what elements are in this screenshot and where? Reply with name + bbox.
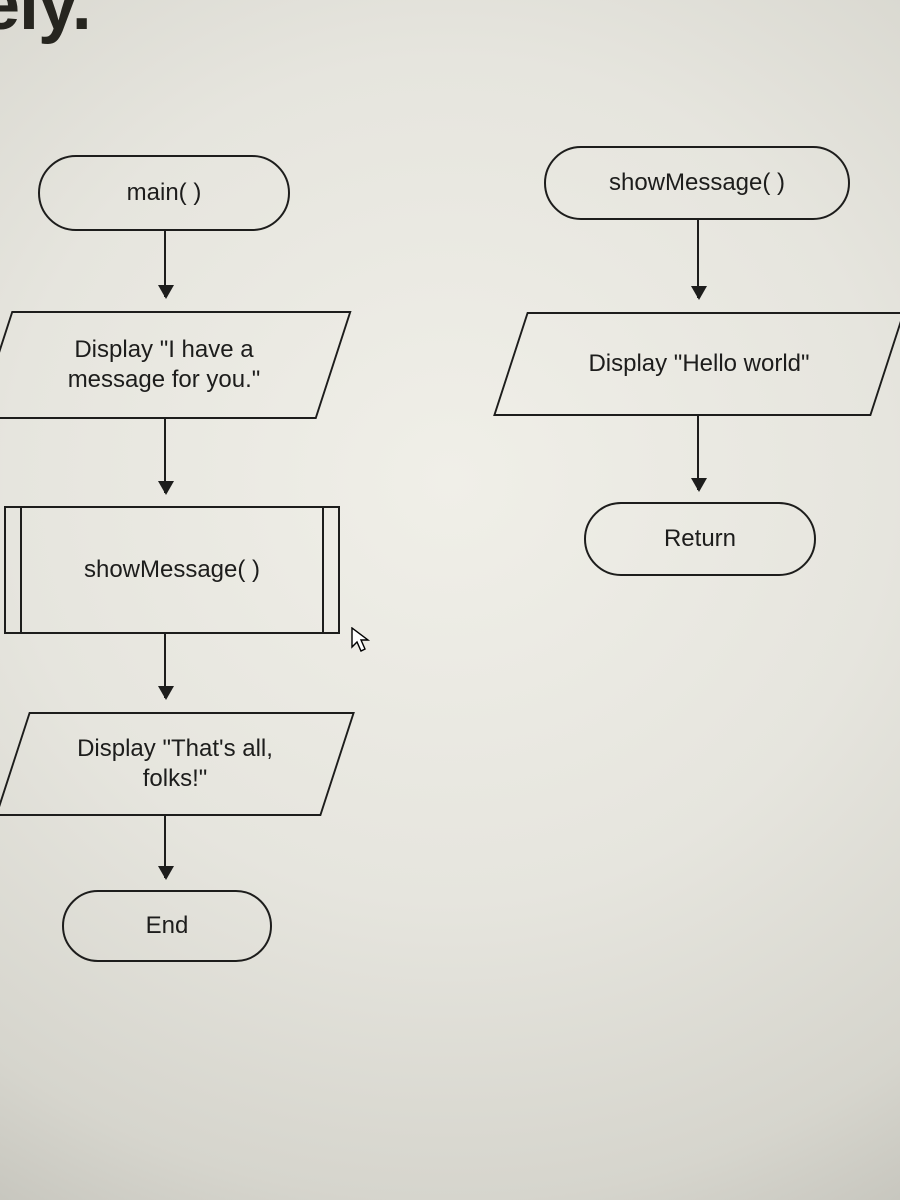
io-display-hello-label: Display "Hello world" xyxy=(510,312,888,416)
heading-fragment: ely. xyxy=(0,0,91,46)
arrow-main-4 xyxy=(164,816,166,878)
arrow-main-3 xyxy=(164,634,166,698)
arrow-main-2 xyxy=(164,419,166,493)
io-display-intro-label: Display "I have a message for you." xyxy=(0,311,334,419)
arrow-main-1 xyxy=(164,231,166,297)
cursor-icon xyxy=(351,627,371,655)
io-display-outro-label: Display "That's all, folks!" xyxy=(12,712,338,816)
terminator-showmessage-label: showMessage( ) xyxy=(609,169,785,197)
predef-call-showmessage: showMessage( ) xyxy=(4,506,340,634)
arrow-sm-2 xyxy=(697,416,699,490)
terminator-return: Return xyxy=(584,502,816,576)
terminator-end-label: End xyxy=(146,912,189,940)
terminator-end: End xyxy=(62,890,272,962)
predef-call-showmessage-label: showMessage( ) xyxy=(84,556,260,584)
terminator-showmessage: showMessage( ) xyxy=(544,146,850,220)
io-display-hello: Display "Hello world" xyxy=(510,312,888,416)
terminator-main-label: main( ) xyxy=(127,179,202,207)
flowchart-page: ely. main( ) Display "I have a message f… xyxy=(0,0,900,1200)
io-display-outro: Display "That's all, folks!" xyxy=(12,712,338,816)
terminator-main: main( ) xyxy=(38,155,290,231)
terminator-return-label: Return xyxy=(664,525,736,553)
arrow-sm-1 xyxy=(697,220,699,298)
io-display-intro: Display "I have a message for you." xyxy=(0,311,334,419)
